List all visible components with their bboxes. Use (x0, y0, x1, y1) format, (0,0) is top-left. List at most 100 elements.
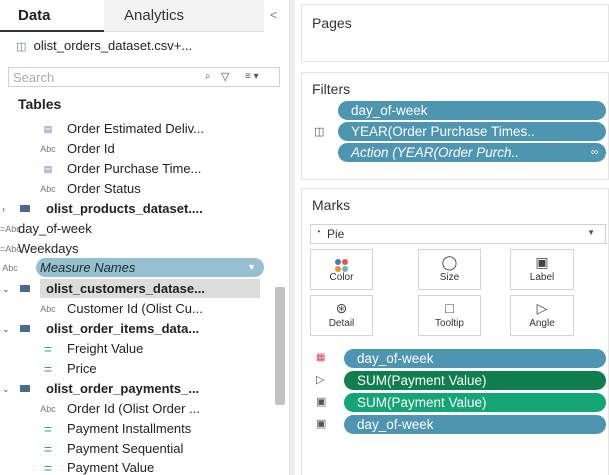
pane-tabs: Data Analytics < (0, 0, 289, 32)
measure-icon: = (43, 460, 53, 475)
field-row[interactable]: Abc Order Id (0, 139, 270, 159)
dropdown-arrow-icon[interactable]: ▼ (587, 228, 595, 237)
field-row: Abc (0, 258, 36, 278)
table-icon (20, 385, 30, 392)
table-label: olist_customers_datase... (46, 281, 205, 296)
size-icon: ◯ (441, 254, 458, 270)
pane-divider[interactable] (289, 0, 295, 475)
field-label: Weekdays (18, 241, 79, 256)
marks-pill-color[interactable]: day_of-week (344, 349, 606, 368)
datasource-row[interactable]: ◫ olist_orders_dataset.csv+... (16, 38, 192, 53)
field-row[interactable]: ▤ Order Purchase Time... (0, 159, 270, 179)
filter-pill-action[interactable]: Action (YEAR(Order Purch.. ∞ (338, 143, 606, 162)
filter-pill-label: Action (YEAR(Order Purch.. (351, 145, 520, 160)
angle-button[interactable]: ▷ Angle (510, 295, 574, 336)
string-icon: Abc (40, 144, 56, 154)
table-label: olist_products_dataset.... (46, 201, 203, 216)
field-label: Customer Id (Olist Cu... (67, 301, 203, 316)
filter-pill[interactable]: YEAR(Order Purchase Times.. (338, 122, 606, 141)
search-field[interactable]: Search ⌕ ▽ ≡ ▾ (8, 67, 280, 87)
label-button[interactable]: ▣ Label (510, 249, 574, 290)
field-label: Payment Value (67, 460, 155, 475)
field-row[interactable]: = Payment Installments (0, 419, 270, 439)
field-row[interactable]: Abc Customer Id (Olist Cu... (0, 299, 270, 319)
pages-title: Pages (312, 15, 352, 31)
scrollbar-track[interactable] (274, 96, 286, 475)
measure-icon: = (43, 361, 53, 377)
field-label: Order Id (Olist Order ... (67, 401, 200, 416)
string-icon: Abc (40, 304, 56, 314)
search-placeholder: Search (13, 70, 55, 85)
link-icon: ◫ (314, 126, 325, 138)
field-label: Order Estimated Deliv... (67, 121, 205, 136)
field-row[interactable]: Abc Order Id (Olist Order ... (0, 399, 270, 419)
measure-names-field[interactable]: Measure Names ▼ (36, 258, 264, 277)
tab-data[interactable]: Data (0, 0, 104, 32)
tables-header: Tables (18, 96, 62, 112)
marks-pill-label[interactable]: day_of-week (344, 415, 606, 434)
string-icon: Abc (40, 404, 56, 414)
link-icon: ∞ (590, 147, 598, 158)
collapse-icon[interactable]: ⌄ (2, 279, 10, 299)
color-button[interactable]: Color (310, 249, 373, 290)
dropdown-arrow-icon[interactable]: ▼ (247, 258, 256, 277)
tooltip-label: Tooltip (435, 318, 464, 329)
color-label: Color (329, 272, 354, 283)
detail-icon: ⊛ (335, 300, 348, 316)
field-row[interactable]: = Payment Value (0, 458, 270, 475)
filters-title: Filters (312, 81, 351, 97)
tooltip-button[interactable]: □ Tooltip (418, 295, 481, 336)
collapse-pane-icon[interactable]: < (270, 8, 277, 22)
table-row[interactable]: ⌄ olist_order_payments_... (0, 379, 270, 399)
field-label: Order Status (67, 181, 141, 196)
mark-type-value: Pie (327, 227, 345, 241)
view-options-icon[interactable]: ≡ ▾ (245, 71, 259, 82)
filter-pill[interactable]: day_of-week (338, 101, 606, 120)
table-label: olist_order_items_data... (46, 321, 200, 336)
detail-label: Detail (328, 318, 355, 329)
label-label: Label (529, 272, 555, 283)
field-label: Order Id (67, 141, 115, 156)
table-row[interactable]: ⌄ olist_order_items_data... (0, 319, 270, 339)
field-label: Measure Names (40, 260, 136, 275)
field-row[interactable]: Abc Order Status (0, 179, 270, 199)
filters-shelf[interactable]: Filters day_of-week ◫ YEAR(Order Purchas… (301, 72, 609, 180)
field-row[interactable]: =Abc Weekdays (0, 239, 270, 259)
table-row[interactable]: › olist_products_dataset.... (0, 199, 270, 219)
data-pane: Data Analytics < ◫ olist_orders_dataset.… (0, 0, 289, 475)
marks-card: Marks ◔ Pie ▼ Color ◯ Size ▣ Label ⊛ Det… (301, 188, 609, 475)
field-row[interactable]: =Abc day_of-week (0, 219, 270, 239)
pages-shelf[interactable]: Pages (301, 4, 609, 62)
tab-analytics[interactable]: Analytics (104, 0, 264, 32)
marks-pill-angle[interactable]: SUM(Payment Value) (344, 371, 606, 390)
string-icon: =Abc (0, 244, 21, 254)
table-icon (20, 205, 30, 212)
field-row[interactable]: = Freight Value (0, 339, 270, 359)
angle-icon: ▷ (316, 374, 325, 386)
field-row[interactable]: = Price (0, 359, 270, 379)
marks-pill-label[interactable]: SUM(Payment Value) (344, 393, 606, 412)
field-label: Order Purchase Time... (67, 161, 202, 176)
field-row[interactable]: = Payment Sequential (0, 439, 270, 459)
measure-icon: = (43, 341, 53, 357)
marks-title: Marks (312, 197, 351, 213)
size-label: Size (439, 272, 460, 283)
scrollbar-thumb[interactable] (275, 287, 285, 405)
calendar-icon: ▤ (43, 124, 53, 134)
size-button[interactable]: ◯ Size (418, 249, 481, 290)
color-icon (311, 250, 372, 272)
collapse-icon[interactable]: ⌄ (2, 319, 10, 339)
table-row[interactable]: ⌄ olist_customers_datase... (0, 279, 270, 299)
mark-type-select[interactable]: ◔ Pie ▼ (310, 224, 606, 244)
table-icon (20, 285, 30, 292)
string-icon: =Abc (0, 224, 21, 234)
angle-label: Angle (529, 318, 555, 329)
filter-icon[interactable]: ▽ (221, 70, 229, 83)
search-icon[interactable]: ⌕ (205, 71, 211, 82)
field-row[interactable]: ▤ Order Estimated Deliv... (0, 119, 270, 139)
datasource-name: olist_orders_dataset.csv+... (33, 38, 193, 53)
collapse-icon[interactable]: ⌄ (2, 379, 10, 399)
expand-icon[interactable]: › (2, 199, 5, 219)
color-icon: ▦ (316, 352, 326, 363)
detail-button[interactable]: ⊛ Detail (310, 295, 373, 336)
